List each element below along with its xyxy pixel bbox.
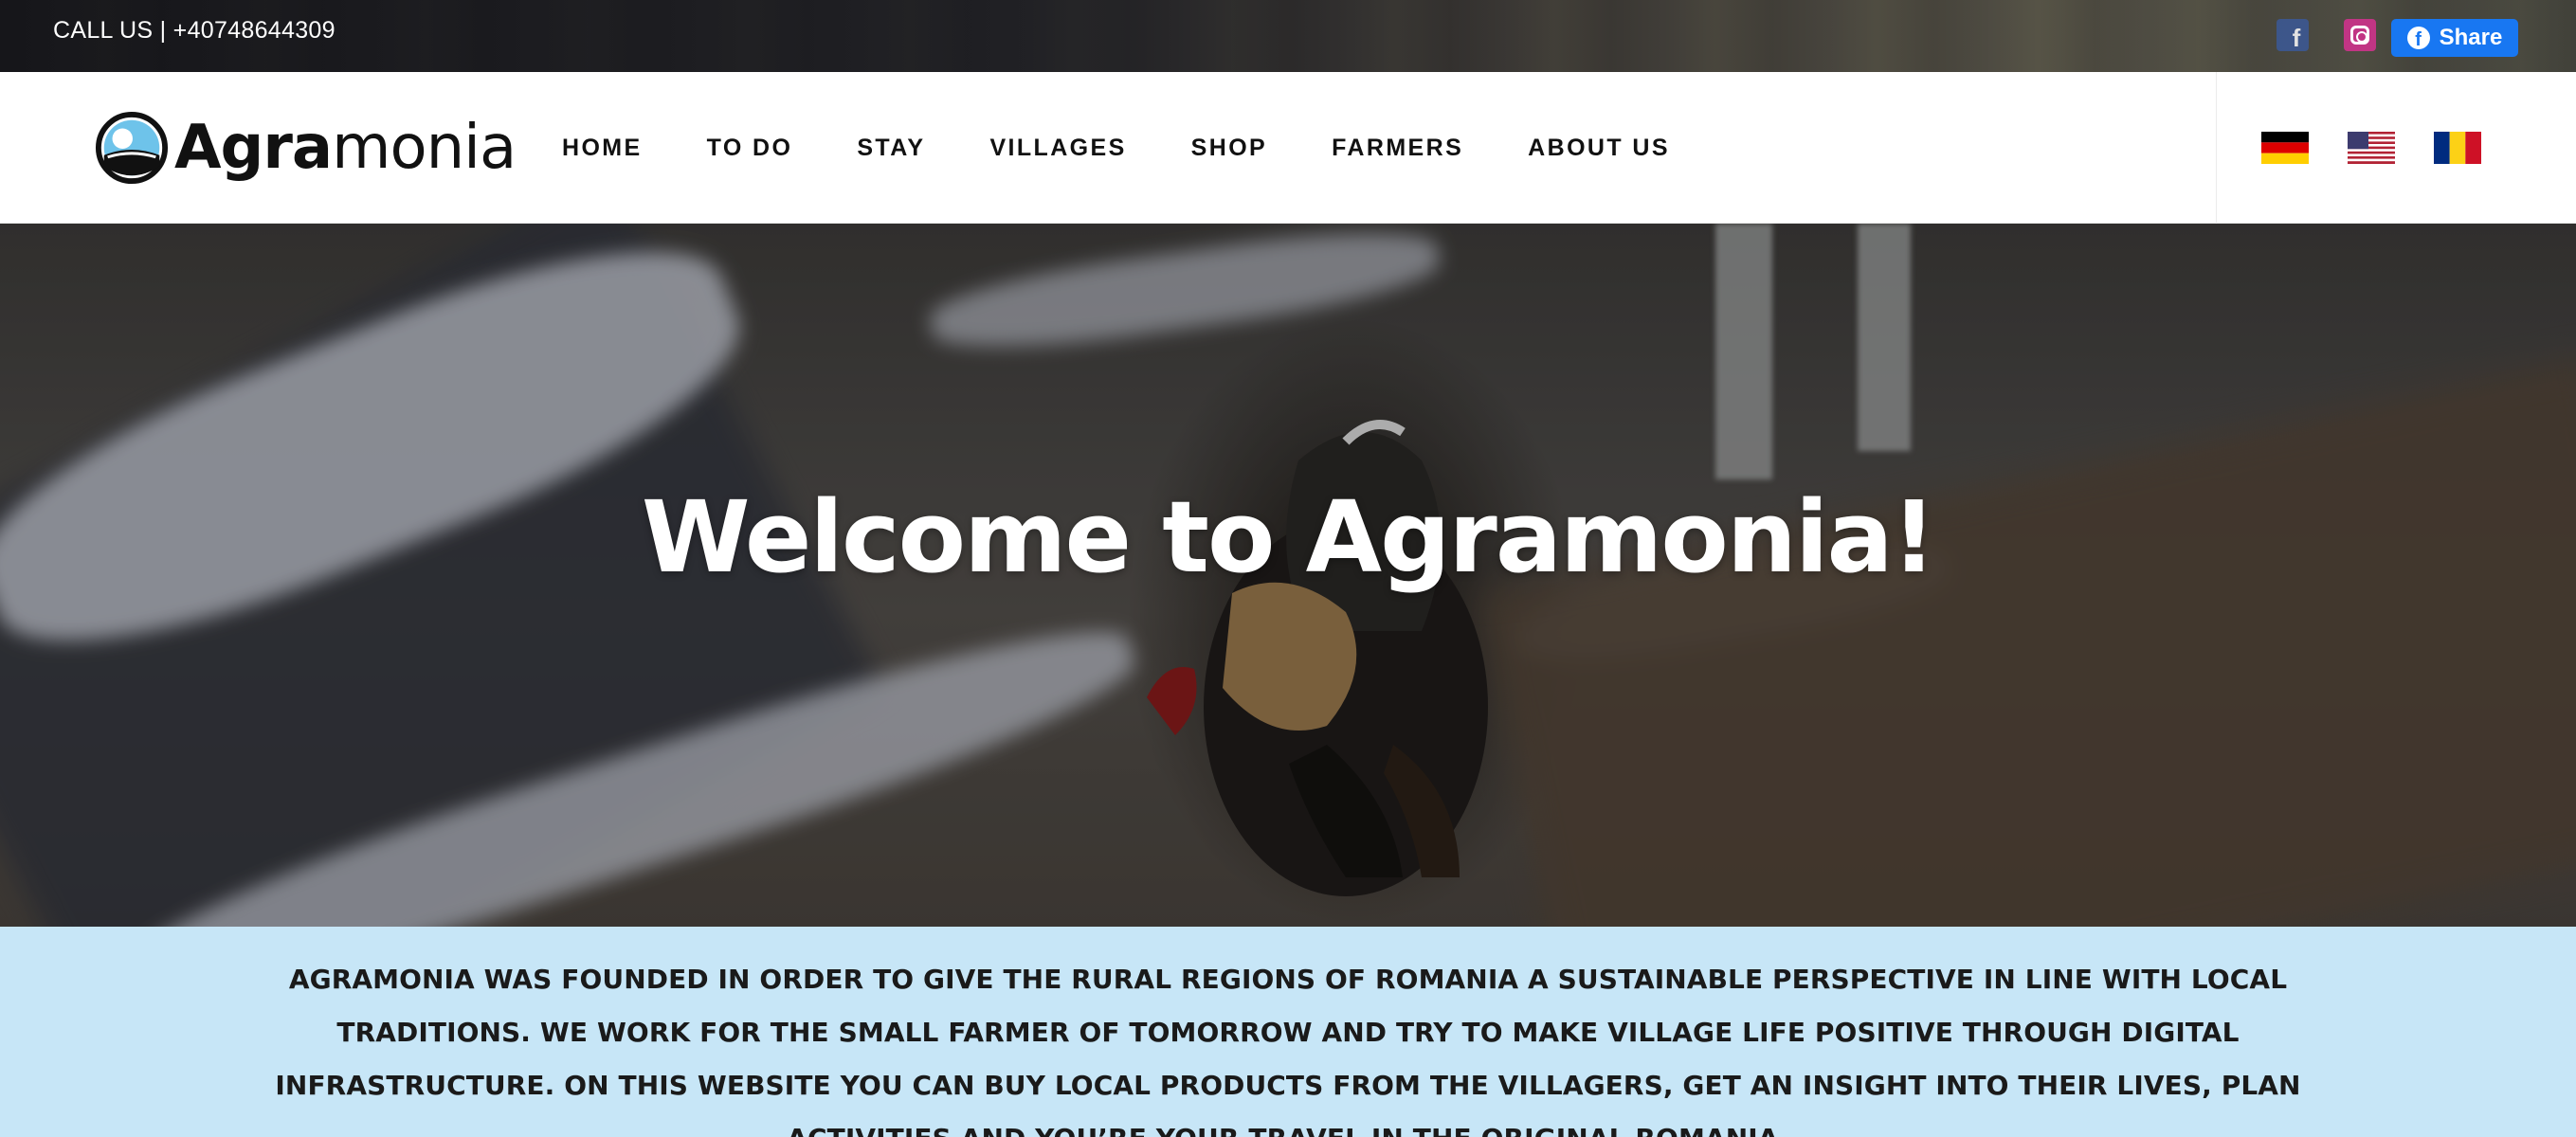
nav-farmers[interactable]: FARMERS [1332, 135, 1463, 162]
facebook-logo-icon: f [2406, 27, 2430, 49]
share-label: Share [2439, 25, 2503, 50]
mission-section: AGRAMONIA WAS FOUNDED IN ORDER TO GIVE T… [0, 927, 2576, 1137]
top-bar: CALL US | +40748644309 f f Share [0, 0, 2576, 72]
nav-divider [2216, 72, 2217, 224]
main-header: Agramonia HOME TO DO STAY VILLAGES SHOP … [0, 72, 2576, 224]
nav-shop[interactable]: SHOP [1191, 135, 1267, 162]
facebook-share-button[interactable]: f Share [2391, 19, 2518, 57]
facebook-icon[interactable]: f [2277, 19, 2309, 52]
germany-flag-icon[interactable] [2261, 132, 2309, 164]
romania-flag-icon[interactable] [2434, 132, 2481, 164]
logo-wordmark: Agramonia [174, 113, 517, 183]
instagram-icon[interactable] [2344, 19, 2376, 51]
nav-home[interactable]: HOME [562, 135, 643, 162]
site-logo[interactable]: Agramonia [95, 110, 517, 186]
main-nav: HOME TO DO STAY VILLAGES SHOP FARMERS AB… [562, 72, 1734, 224]
nav-villages[interactable]: VILLAGES [989, 135, 1126, 162]
hero-banner: Welcome to Agramonia! [0, 224, 2576, 927]
nav-to-do[interactable]: TO DO [707, 135, 793, 162]
call-us-text[interactable]: CALL US | +40748644309 [53, 17, 336, 45]
mission-text: AGRAMONIA WAS FOUNDED IN ORDER TO GIVE T… [275, 964, 2301, 1137]
usa-flag-icon[interactable] [2348, 132, 2395, 164]
nav-stay[interactable]: STAY [857, 135, 925, 162]
nav-about-us[interactable]: ABOUT US [1528, 135, 1670, 162]
logo-mark-icon [95, 111, 169, 185]
hero-title: Welcome to Agramonia! [641, 479, 1936, 595]
